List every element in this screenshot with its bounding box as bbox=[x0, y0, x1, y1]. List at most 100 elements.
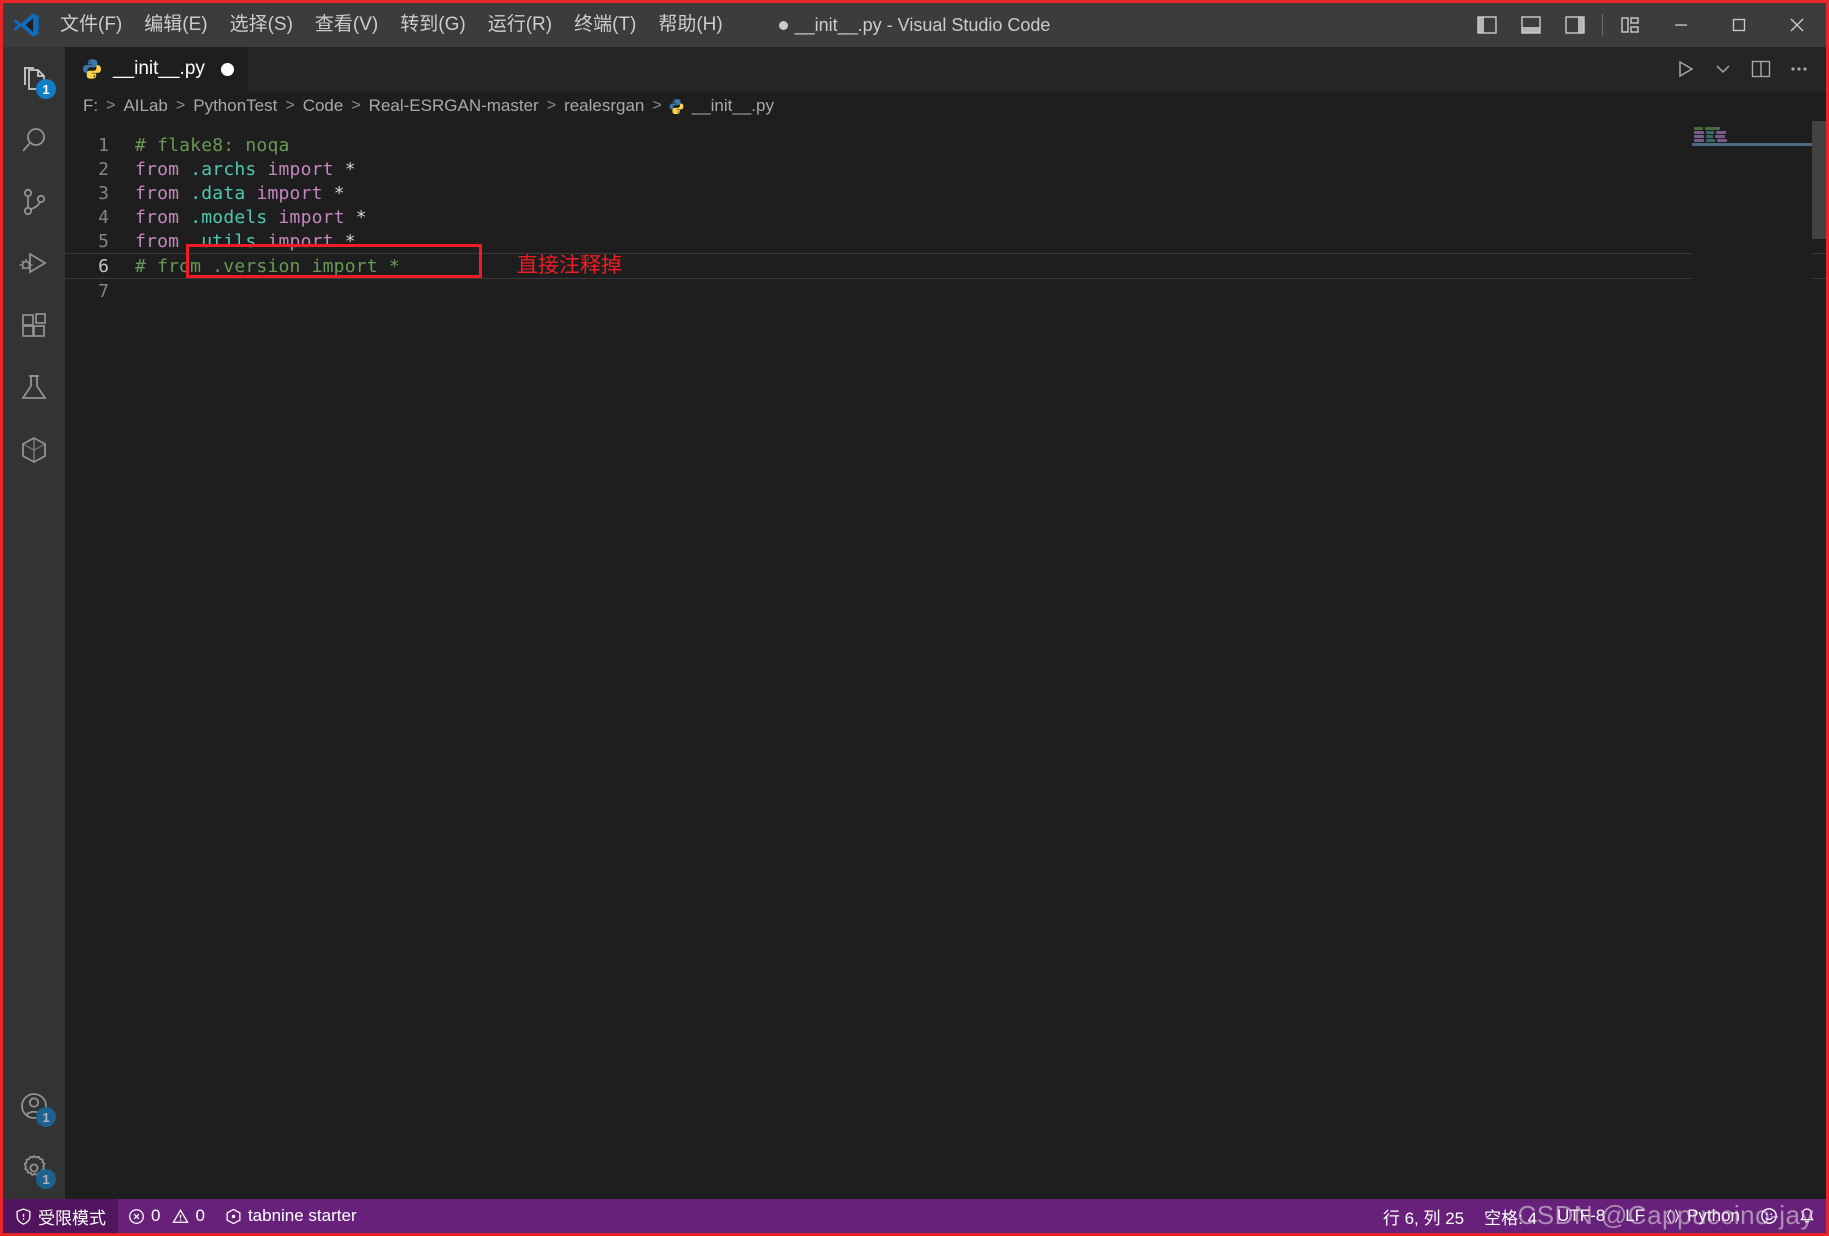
code-line[interactable]: 5 from .utils import * bbox=[65, 229, 1826, 253]
line-number: 4 bbox=[98, 206, 109, 228]
status-restricted-mode[interactable]: 受限模式 bbox=[3, 1199, 118, 1233]
menu-bar: 文件(F) 编辑(E) 选择(S) 查看(V) 转到(G) 运行(R) 终端(T… bbox=[49, 3, 734, 47]
code-token: # flake8: noqa bbox=[135, 134, 290, 156]
status-eol[interactable]: LF bbox=[1615, 1199, 1655, 1233]
breadcrumb-item-code[interactable]: Code bbox=[301, 96, 346, 116]
code-token: import bbox=[256, 182, 323, 204]
tab-init-py[interactable]: __init__.py bbox=[65, 47, 249, 91]
status-cursor-position[interactable]: 行 6, 列 25 bbox=[1373, 1199, 1474, 1233]
toggle-primary-sidebar-icon[interactable] bbox=[1465, 3, 1509, 47]
menu-go[interactable]: 转到(G) bbox=[389, 3, 476, 47]
close-button[interactable] bbox=[1768, 3, 1826, 47]
toggle-panel-icon[interactable] bbox=[1509, 3, 1553, 47]
warning-icon bbox=[172, 1208, 190, 1225]
editor-tab-bar: __init__.py bbox=[65, 47, 1826, 91]
menu-run[interactable]: 运行(R) bbox=[477, 3, 563, 47]
minimap-slider[interactable] bbox=[1692, 143, 1812, 146]
code-editor[interactable]: 1 # flake8: noqa 2 from .archs import * 3 fro… bbox=[65, 121, 1826, 1199]
status-language-mode[interactable]: Python bbox=[1655, 1199, 1750, 1233]
run-python-file-icon[interactable] bbox=[1666, 47, 1704, 91]
menu-terminal[interactable]: 终端(T) bbox=[563, 3, 647, 47]
breadcrumb-item-realesrgan-master[interactable]: Real-ESRGAN-master bbox=[367, 96, 541, 116]
more-actions-icon[interactable] bbox=[1780, 47, 1818, 91]
tab-dirty-indicator-icon[interactable] bbox=[220, 62, 234, 76]
editor-scrollbar[interactable] bbox=[1812, 121, 1826, 1199]
activity-accounts-icon[interactable]: 1 bbox=[3, 1075, 65, 1137]
breadcrumb: F: > AILab > PythonTest > Code > Real-ES… bbox=[65, 91, 1826, 121]
settings-badge: 1 bbox=[36, 1169, 56, 1189]
menu-file[interactable]: 文件(F) bbox=[49, 3, 133, 47]
tab-label: __init__.py bbox=[113, 58, 205, 79]
status-tabnine[interactable]: tabnine starter bbox=[215, 1199, 367, 1233]
line-number: 5 bbox=[98, 230, 109, 252]
menu-selection[interactable]: 选择(S) bbox=[219, 3, 304, 47]
code-line[interactable]: 4 from .models import * bbox=[65, 205, 1826, 229]
menu-edit[interactable]: 编辑(E) bbox=[133, 3, 218, 47]
activity-container-icon[interactable] bbox=[3, 419, 65, 481]
code-line[interactable]: 1 # flake8: noqa bbox=[65, 133, 1826, 157]
status-feedback[interactable] bbox=[1750, 1199, 1788, 1233]
activity-testing-icon[interactable] bbox=[3, 357, 65, 419]
activity-source-control-icon[interactable] bbox=[3, 171, 65, 233]
activity-bar: 1 1 1 bbox=[3, 47, 65, 1199]
breadcrumb-separator: > bbox=[351, 97, 361, 114]
status-problems[interactable]: 0 0 bbox=[118, 1199, 215, 1233]
status-encoding[interactable]: UTF-8 bbox=[1547, 1199, 1615, 1233]
title-bar-controls bbox=[1465, 3, 1826, 47]
code-line-text: from .data import * bbox=[135, 183, 345, 204]
minimize-button[interactable] bbox=[1652, 3, 1710, 47]
code-line[interactable]: 3 from .data import * bbox=[65, 181, 1826, 205]
toggle-secondary-sidebar-icon[interactable] bbox=[1553, 3, 1597, 47]
line-number: 2 bbox=[98, 158, 109, 180]
accounts-badge: 1 bbox=[36, 1107, 56, 1127]
python-icon bbox=[81, 58, 103, 80]
code-line[interactable]: 2 from .archs import * bbox=[65, 157, 1826, 181]
restricted-mode-label: 受限模式 bbox=[38, 1208, 106, 1228]
split-editor-icon[interactable] bbox=[1742, 47, 1780, 91]
status-indentation[interactable]: 空格: 4 bbox=[1474, 1199, 1547, 1233]
code-token: from bbox=[135, 182, 180, 204]
minimap[interactable] bbox=[1692, 121, 1812, 1199]
warning-count: 0 bbox=[195, 1206, 205, 1225]
smiley-icon bbox=[1760, 1207, 1778, 1225]
activity-run-debug-icon[interactable] bbox=[3, 233, 65, 295]
code-line-text: from .utils import * bbox=[135, 231, 356, 252]
code-token: import bbox=[267, 230, 334, 252]
workbench: 1 1 1 __init__.py F: > AILab > PythonTes… bbox=[3, 47, 1826, 1199]
breadcrumb-separator: > bbox=[285, 97, 295, 114]
scrollbar-thumb[interactable] bbox=[1812, 121, 1826, 239]
maximize-button[interactable] bbox=[1710, 3, 1768, 47]
bell-icon bbox=[1798, 1207, 1816, 1225]
error-count: 0 bbox=[151, 1206, 161, 1225]
menu-view[interactable]: 查看(V) bbox=[304, 3, 389, 47]
activity-settings-gear-icon[interactable]: 1 bbox=[3, 1137, 65, 1199]
line-number: 3 bbox=[98, 182, 109, 204]
breadcrumb-item-realesrgan[interactable]: realesrgan bbox=[562, 96, 646, 116]
customize-layout-icon[interactable] bbox=[1608, 3, 1652, 47]
breadcrumb-item-drive[interactable]: F: bbox=[81, 96, 100, 116]
chevron-down-icon[interactable] bbox=[1704, 47, 1742, 91]
code-line[interactable]: 7 bbox=[65, 279, 1826, 303]
menu-help[interactable]: 帮助(H) bbox=[647, 3, 733, 47]
breadcrumb-item-pythontest[interactable]: PythonTest bbox=[191, 96, 279, 116]
vscode-window: 文件(F) 编辑(E) 选择(S) 查看(V) 转到(G) 运行(R) 终端(T… bbox=[0, 0, 1829, 1236]
unsaved-indicator-icon bbox=[778, 20, 788, 30]
code-token: * bbox=[322, 182, 345, 204]
breadcrumb-item-file[interactable]: __init__.py bbox=[690, 96, 776, 116]
code-token: * bbox=[344, 206, 367, 228]
code-line[interactable]: 6 # from .version import * bbox=[65, 253, 1826, 279]
code-token: * bbox=[333, 230, 356, 252]
breadcrumb-item-ailab[interactable]: AILab bbox=[121, 96, 169, 116]
activity-search-icon[interactable] bbox=[3, 109, 65, 171]
activity-explorer-icon[interactable]: 1 bbox=[3, 47, 65, 109]
line-number: 7 bbox=[98, 280, 109, 302]
line-number: 1 bbox=[98, 134, 109, 156]
code-token: * bbox=[333, 158, 356, 180]
activity-extensions-icon[interactable] bbox=[3, 295, 65, 357]
status-notifications[interactable] bbox=[1788, 1199, 1826, 1233]
